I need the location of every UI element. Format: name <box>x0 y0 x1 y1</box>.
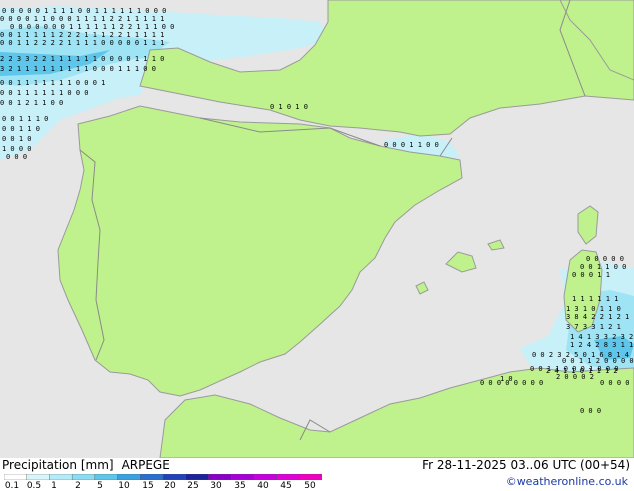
scale-swatch <box>140 474 164 480</box>
precip-value-row: 0 0 0 <box>580 407 602 415</box>
model-name: ARPEGE <box>121 458 170 472</box>
scale-swatch <box>71 474 96 480</box>
scale-swatch <box>117 474 141 480</box>
scale-swatch <box>276 474 300 480</box>
precip-value-row: 0 0 0 0 <box>600 379 630 387</box>
precip-value-row: 0 0 1 1 0 <box>2 125 40 133</box>
precip-value-row: 0 1 0 1 0 <box>270 103 308 111</box>
scale-swatch <box>230 474 255 480</box>
precip-value-row: 2 2 3 3 2 2 1 1 1 1 1 1 0 0 0 0 1 1 1 0 <box>0 55 165 63</box>
precip-value-row: 2 0 0 0 2 <box>556 373 594 381</box>
precip-value-row: 1 3 1 0 1 1 0 <box>566 305 621 313</box>
precip-value-row: 3 7 3 3 1 2 1 <box>566 323 621 331</box>
precip-value-row: 0 0 1 1 1 1 1 1 1 0 0 0 1 <box>0 79 106 87</box>
credit-link[interactable]: ©weatheronline.co.uk <box>506 475 628 488</box>
legend-footer: Precipitation [mm] ARPEGE Fr 28-11-2025 0… <box>0 458 634 491</box>
scale-swatch <box>299 474 322 480</box>
scale-swatch <box>162 474 187 480</box>
legend-title: Precipitation [mm] <box>2 458 114 472</box>
precip-value-row: 0 0 0 0 0 1 1 1 1 0 0 1 1 1 1 1 1 0 0 0 <box>2 7 167 15</box>
scale-swatch <box>253 474 278 480</box>
land-ibiza <box>415 281 429 295</box>
scale-swatch <box>26 474 51 480</box>
precip-value-row: 0 0 0 0 0 0 0 1 1 1 1 1 1 2 2 1 1 1 0 0 <box>10 23 175 31</box>
precip-value-row: 0 0 1 1 0 0 <box>580 263 627 271</box>
precip-value-row: 0 0 1 1 2 0 0 0 0 0 1 1 0 0 <box>562 357 634 365</box>
forecast-timestamp: Fr 28-11-2025 03..06 UTC (00+54) <box>422 458 630 472</box>
land-north-africa <box>159 367 634 458</box>
precip-value-row: 0 0 2 3 2 5 0 1 6 8 1 4 <box>532 351 629 359</box>
precip-value-row: 0 0 0 1 1 <box>572 271 610 279</box>
precip-value-row: 0 0 1 1 1 1 1 2 2 2 1 1 1 2 2 1 1 1 1 1 <box>0 31 165 39</box>
precip-value-row: 0 0 0 <box>6 153 28 161</box>
precip-value-row: 0 0 1 0 <box>2 135 32 143</box>
precip-value-row: 0 0 1 1 2 2 2 2 1 1 1 1 0 0 0 0 0 1 1 1 <box>0 39 165 47</box>
precip-value-row: 1 0 0 0 <box>2 145 32 153</box>
color-scale-bar <box>4 474 322 480</box>
precip-value-row: 0 0 0 0 1 1 0 0 0 1 1 1 1 2 2 1 1 1 1 1 <box>0 15 165 23</box>
land-menorca <box>487 239 505 251</box>
precip-value-row: 0 0 1 1 1 0 <box>2 115 49 123</box>
precip-value-row: 3 8 4 2 2 1 2 1 <box>566 313 630 321</box>
precip-value-row: 3 2 1 1 1 1 1 1 1 1 1 0 0 0 1 1 1 0 0 <box>0 65 156 73</box>
scale-swatch <box>185 474 210 480</box>
precip-value-row: 0 0 0 0 0 <box>586 255 624 263</box>
scale-swatch <box>4 474 28 480</box>
land-mallorca <box>445 251 477 273</box>
precip-value-row: 1 1 1 1 1 1 <box>572 295 619 303</box>
precipitation-map[interactable]: 0 0 0 0 0 1 1 1 1 0 0 1 1 1 1 1 1 0 0 00… <box>0 0 634 458</box>
precip-value-row: 1 0 <box>500 375 513 383</box>
legend-title-row: Precipitation [mm] ARPEGE <box>2 458 178 472</box>
precip-value-row: 0 0 1 1 1 1 1 1 0 0 0 <box>0 89 89 97</box>
precip-value-row: 0 0 0 1 1 0 0 <box>384 141 439 149</box>
precip-value-row: 1 4 1 3 3 2 3 2 <box>570 333 634 341</box>
precip-value-row: 0 0 1 2 1 1 0 0 <box>0 99 64 107</box>
land-corsica <box>577 205 599 245</box>
scale-swatch <box>94 474 119 480</box>
scale-swatch <box>49 474 73 480</box>
scale-swatch <box>208 474 232 480</box>
precip-value-row: 1 2 4 2 8 3 1 1 7 8 <box>570 341 634 349</box>
